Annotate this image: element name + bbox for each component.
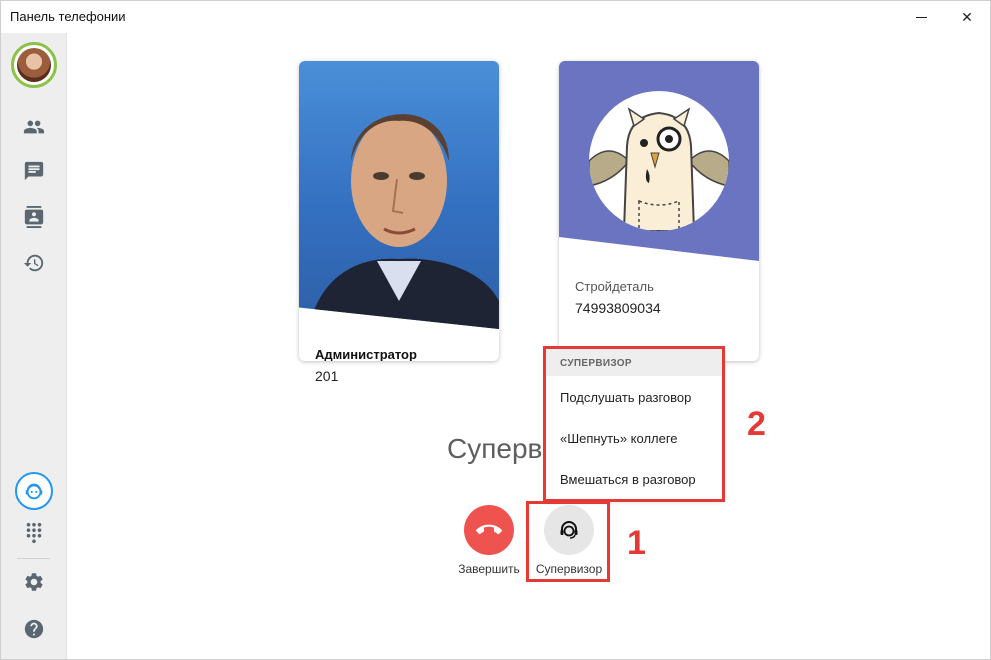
supervisor-mode-button[interactable] (15, 472, 53, 510)
hangup-label: Завершить (458, 562, 520, 576)
sidebar-divider (17, 558, 50, 559)
phone-hangup-icon (476, 524, 502, 535)
participant-number: 74993809034 (575, 300, 661, 316)
annotation-marker-1: 1 (627, 524, 646, 562)
annotation-marker-2: 2 (747, 405, 766, 443)
help-icon[interactable] (22, 617, 46, 641)
telephony-window: Панель телефонии ✕ Администратор 201 Стр… (0, 0, 991, 660)
supervisor-label: Супервизор (535, 562, 603, 576)
title-bar: Панель телефонии ✕ (1, 1, 990, 33)
contacts-group-icon[interactable] (22, 115, 46, 139)
call-status-text: Суперв (447, 433, 543, 464)
owl-avatar-image (589, 91, 729, 231)
participant-number: 201 (315, 368, 339, 384)
participant-card-external: Стройдеталь 74993809034 (559, 61, 759, 361)
settings-icon[interactable] (22, 570, 46, 594)
history-icon[interactable] (22, 251, 46, 275)
participant-name: Администратор (315, 347, 417, 361)
participant-card-admin: Администратор (299, 61, 499, 361)
participant-name: Стройдеталь (575, 279, 654, 294)
close-icon: ✕ (961, 8, 973, 25)
supervisor-menu-header: СУПЕРВИЗОР (546, 349, 722, 376)
supervisor-action: Супервизор (531, 505, 607, 576)
participant-photo (299, 61, 499, 329)
user-avatar[interactable] (11, 42, 57, 88)
headset-icon (560, 521, 578, 539)
sidebar (1, 33, 67, 659)
hangup-action: Завершить (453, 505, 525, 576)
hangup-button[interactable] (464, 505, 514, 555)
minimize-button[interactable] (898, 1, 944, 33)
supervisor-menu: СУПЕРВИЗОР Подслушать разговор «Шепнуть»… (546, 349, 722, 499)
minimize-icon (915, 16, 927, 18)
window-title: Панель телефонии (10, 9, 126, 24)
supervisor-button[interactable] (544, 505, 594, 555)
dialpad-icon[interactable] (22, 521, 46, 545)
person-portrait-image (309, 114, 499, 329)
menu-item-whisper[interactable]: «Шепнуть» коллеге (546, 417, 722, 458)
support-agent-icon (25, 483, 43, 500)
menu-item-listen[interactable]: Подслушать разговор (546, 376, 722, 417)
chat-icon[interactable] (22, 159, 46, 183)
menu-item-barge-in[interactable]: Вмешаться в разговор (546, 458, 722, 499)
address-book-icon[interactable] (22, 205, 46, 229)
avatar-image (17, 48, 51, 82)
close-button[interactable]: ✕ (944, 1, 990, 33)
